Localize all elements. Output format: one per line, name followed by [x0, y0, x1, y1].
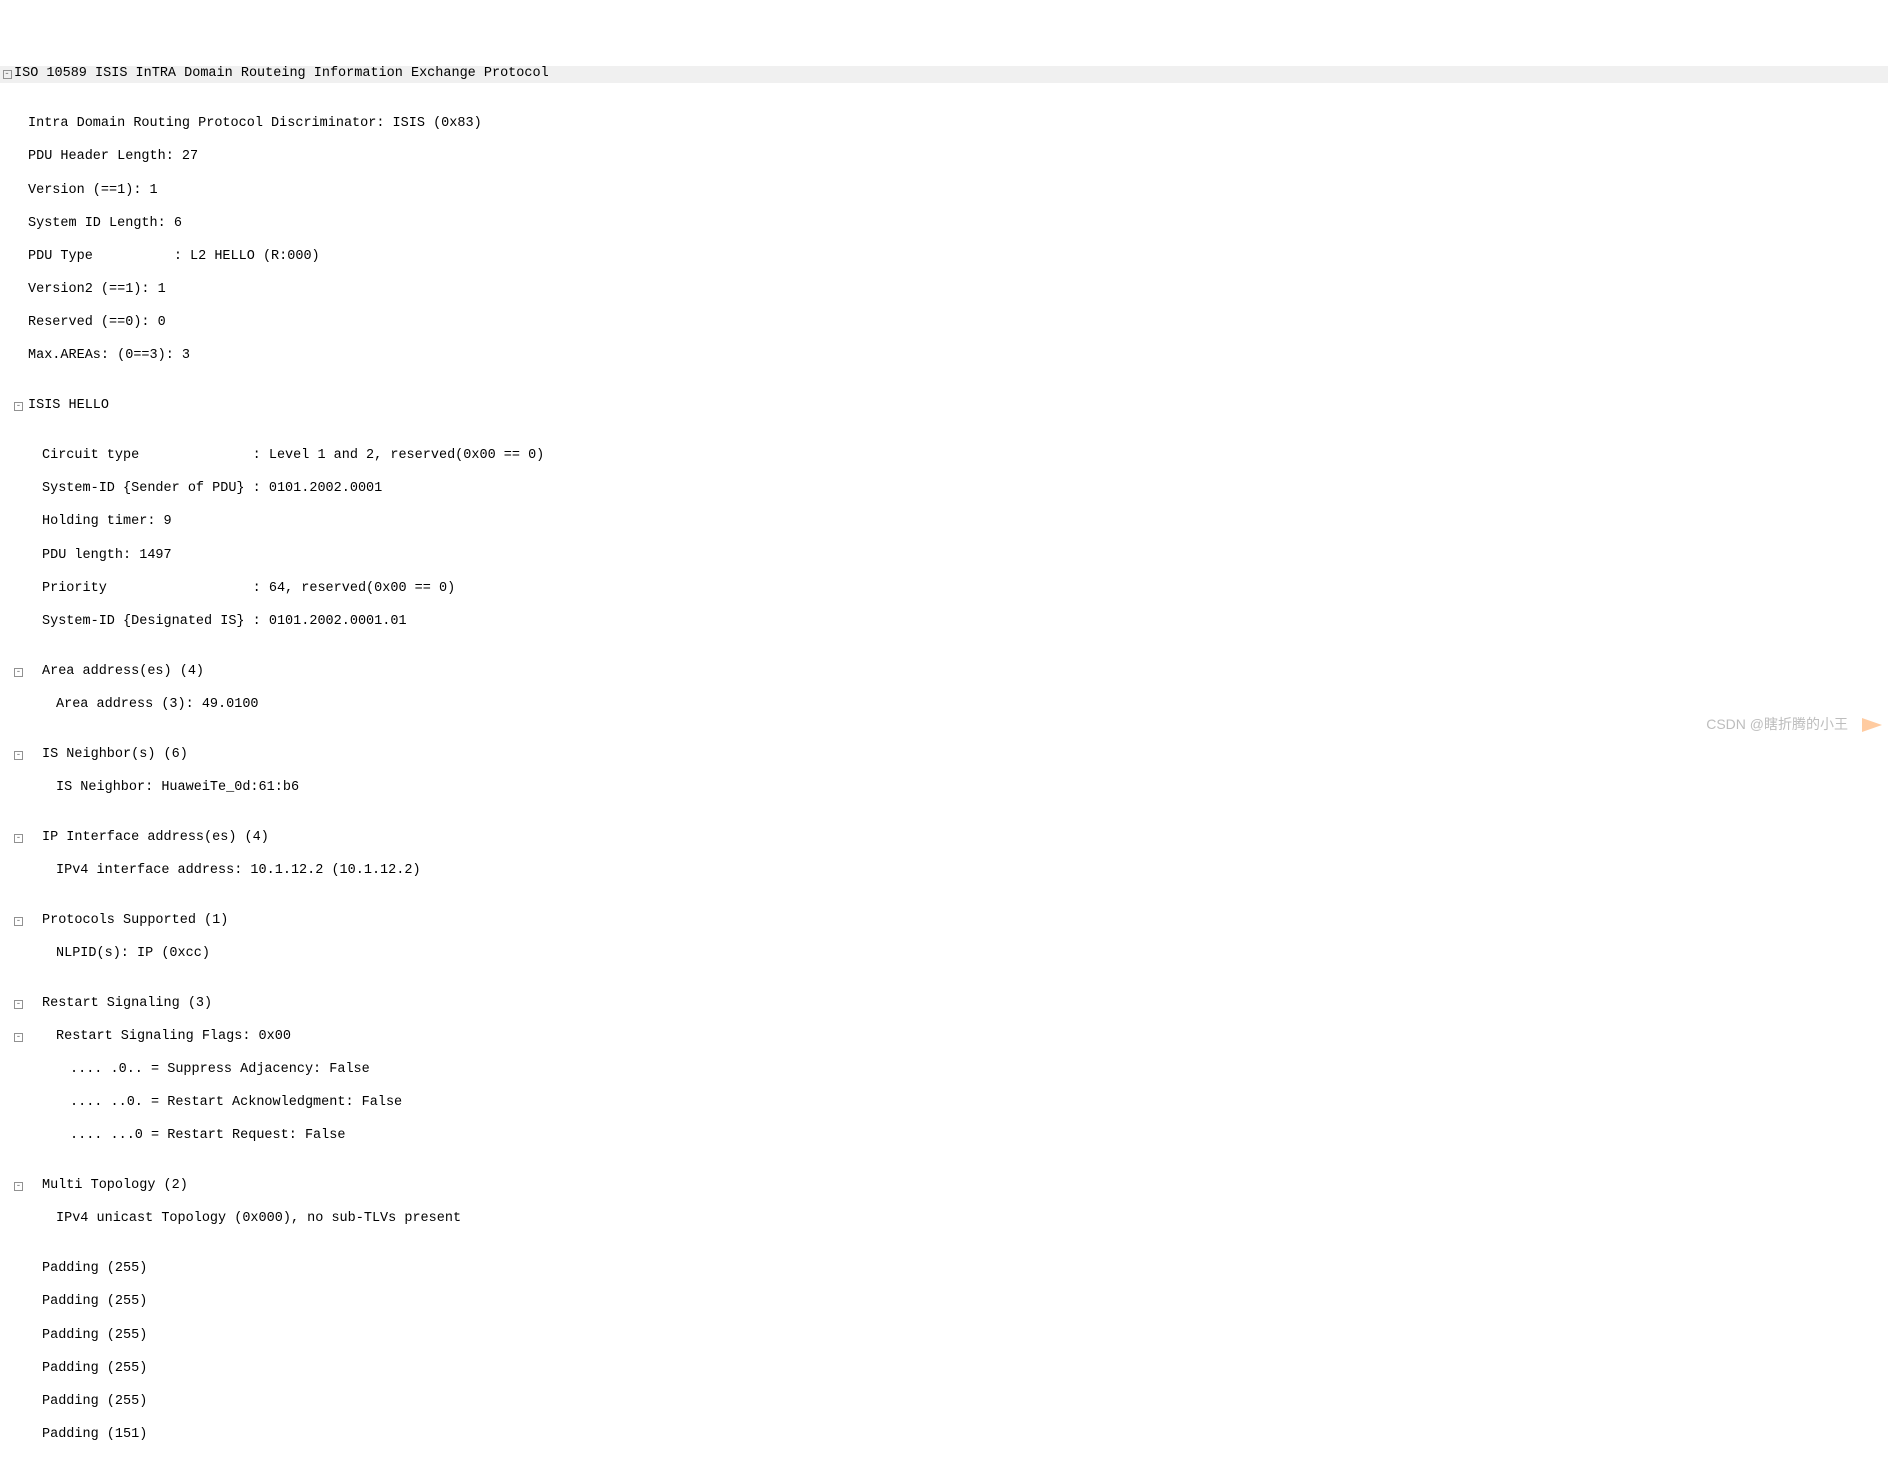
- protocol-header-row[interactable]: -ISO 10589 ISIS InTRA Domain Routeing In…: [0, 66, 1888, 83]
- field-row: System ID Length: 6: [0, 216, 1888, 233]
- expander-icon[interactable]: -: [14, 917, 23, 926]
- expander-icon[interactable]: -: [14, 1033, 23, 1042]
- field-row: Max.AREAs: (0==3): 3: [0, 348, 1888, 365]
- field-row: Version (==1): 1: [0, 183, 1888, 200]
- field-row: .... .0.. = Suppress Adjacency: False: [0, 1062, 1888, 1079]
- expander-icon[interactable]: -: [14, 834, 23, 843]
- watermark: CSDN @瞎折腾的小王: [1706, 716, 1874, 733]
- field-value: Priority : 64, reserved(0x00 == 0): [42, 581, 455, 598]
- field-row: System-ID {Sender of PDU} : 0101.2002.00…: [0, 481, 1888, 498]
- field-row: IPv4 interface address: 10.1.12.2 (10.1.…: [0, 863, 1888, 880]
- field-value: .... ..0. = Restart Acknowledgment: Fals…: [70, 1095, 402, 1112]
- is-neighbors-row[interactable]: - IS Neighbor(s) (6): [0, 747, 1888, 764]
- section-label: IP Interface address(es) (4): [42, 830, 269, 847]
- field-value: Padding (255): [42, 1328, 147, 1345]
- section-label: Restart Signaling (3): [42, 996, 212, 1013]
- field-value: Intra Domain Routing Protocol Discrimina…: [28, 116, 482, 133]
- field-value: Padding (255): [42, 1261, 147, 1278]
- field-row: PDU Type : L2 HELLO (R:000): [0, 249, 1888, 266]
- field-value: NLPID(s): IP (0xcc): [56, 946, 210, 963]
- section-label: Multi Topology (2): [42, 1178, 188, 1195]
- field-row: Circuit type : Level 1 and 2, reserved(0…: [0, 448, 1888, 465]
- expander-icon[interactable]: -: [14, 751, 23, 760]
- field-value: IPv4 interface address: 10.1.12.2 (10.1.…: [56, 863, 421, 880]
- padding-row: Padding (255): [0, 1261, 1888, 1278]
- padding-row: Padding (255): [0, 1294, 1888, 1311]
- field-row: .... ...0 = Restart Request: False: [0, 1128, 1888, 1145]
- padding-row: Padding (255): [0, 1394, 1888, 1411]
- field-value: Padding (255): [42, 1361, 147, 1378]
- field-row: Priority : 64, reserved(0x00 == 0): [0, 581, 1888, 598]
- field-value: Holding timer: 9: [42, 514, 172, 531]
- field-value: .... ...0 = Restart Request: False: [70, 1128, 345, 1145]
- padding-row: Padding (151): [0, 1427, 1888, 1444]
- expander-icon[interactable]: -: [3, 70, 12, 79]
- field-row: IS Neighbor: HuaweiTe_0d:61:b6: [0, 780, 1888, 797]
- field-row: System-ID {Designated IS} : 0101.2002.00…: [0, 614, 1888, 631]
- watermark-arrow-icon: [1862, 718, 1882, 732]
- padding-row: Padding (255): [0, 1328, 1888, 1345]
- field-row: Reserved (==0): 0: [0, 315, 1888, 332]
- section-label: Area address(es) (4): [42, 664, 204, 681]
- ip-interface-row[interactable]: - IP Interface address(es) (4): [0, 830, 1888, 847]
- field-value: System-ID {Sender of PDU} : 0101.2002.00…: [42, 481, 382, 498]
- expander-icon[interactable]: -: [14, 402, 23, 411]
- section-label: IS Neighbor(s) (6): [42, 747, 188, 764]
- expander-icon[interactable]: -: [14, 1000, 23, 1009]
- restart-signaling-row[interactable]: - Restart Signaling (3): [0, 996, 1888, 1013]
- field-value: PDU Type : L2 HELLO (R:000): [28, 249, 320, 266]
- protocol-title: ISO 10589 ISIS InTRA Domain Routeing Inf…: [14, 66, 549, 83]
- isis-hello-row[interactable]: -ISIS HELLO: [0, 398, 1888, 415]
- field-value: Padding (151): [42, 1427, 147, 1444]
- multi-topology-row[interactable]: - Multi Topology (2): [0, 1178, 1888, 1195]
- field-value: PDU length: 1497: [42, 548, 172, 565]
- field-value: System-ID {Designated IS} : 0101.2002.00…: [42, 614, 407, 631]
- section-label: ISIS HELLO: [28, 398, 109, 415]
- protocols-supported-row[interactable]: - Protocols Supported (1): [0, 913, 1888, 930]
- restart-flags-row[interactable]: - Restart Signaling Flags: 0x00: [0, 1029, 1888, 1046]
- field-value: Version (==1): 1: [28, 183, 158, 200]
- field-value: Circuit type : Level 1 and 2, reserved(0…: [42, 448, 544, 465]
- field-value: System ID Length: 6: [28, 216, 182, 233]
- field-row: PDU Header Length: 27: [0, 149, 1888, 166]
- field-row: Version2 (==1): 1: [0, 282, 1888, 299]
- padding-row: Padding (255): [0, 1361, 1888, 1378]
- expander-icon[interactable]: -: [14, 668, 23, 677]
- field-row: PDU length: 1497: [0, 548, 1888, 565]
- field-value: PDU Header Length: 27: [28, 149, 198, 166]
- field-value: Padding (255): [42, 1294, 147, 1311]
- field-row: IPv4 unicast Topology (0x000), no sub-TL…: [0, 1211, 1888, 1228]
- section-label: Restart Signaling Flags: 0x00: [56, 1029, 291, 1046]
- field-value: IPv4 unicast Topology (0x000), no sub-TL…: [56, 1211, 461, 1228]
- field-value: .... .0.. = Suppress Adjacency: False: [70, 1062, 370, 1079]
- field-row: .... ..0. = Restart Acknowledgment: Fals…: [0, 1095, 1888, 1112]
- section-label: Protocols Supported (1): [42, 913, 228, 930]
- field-value: Max.AREAs: (0==3): 3: [28, 348, 190, 365]
- watermark-text: CSDN @瞎折腾的小王: [1706, 716, 1848, 733]
- expander-icon[interactable]: -: [14, 1182, 23, 1191]
- field-row: Area address (3): 49.0100: [0, 697, 1888, 714]
- area-addresses-row[interactable]: - Area address(es) (4): [0, 664, 1888, 681]
- field-row: Intra Domain Routing Protocol Discrimina…: [0, 116, 1888, 133]
- field-row: NLPID(s): IP (0xcc): [0, 946, 1888, 963]
- field-row: Holding timer: 9: [0, 514, 1888, 531]
- field-value: Reserved (==0): 0: [28, 315, 166, 332]
- field-value: Version2 (==1): 1: [28, 282, 166, 299]
- field-value: Padding (255): [42, 1394, 147, 1411]
- field-value: Area address (3): 49.0100: [56, 697, 259, 714]
- field-value: IS Neighbor: HuaweiTe_0d:61:b6: [56, 780, 299, 797]
